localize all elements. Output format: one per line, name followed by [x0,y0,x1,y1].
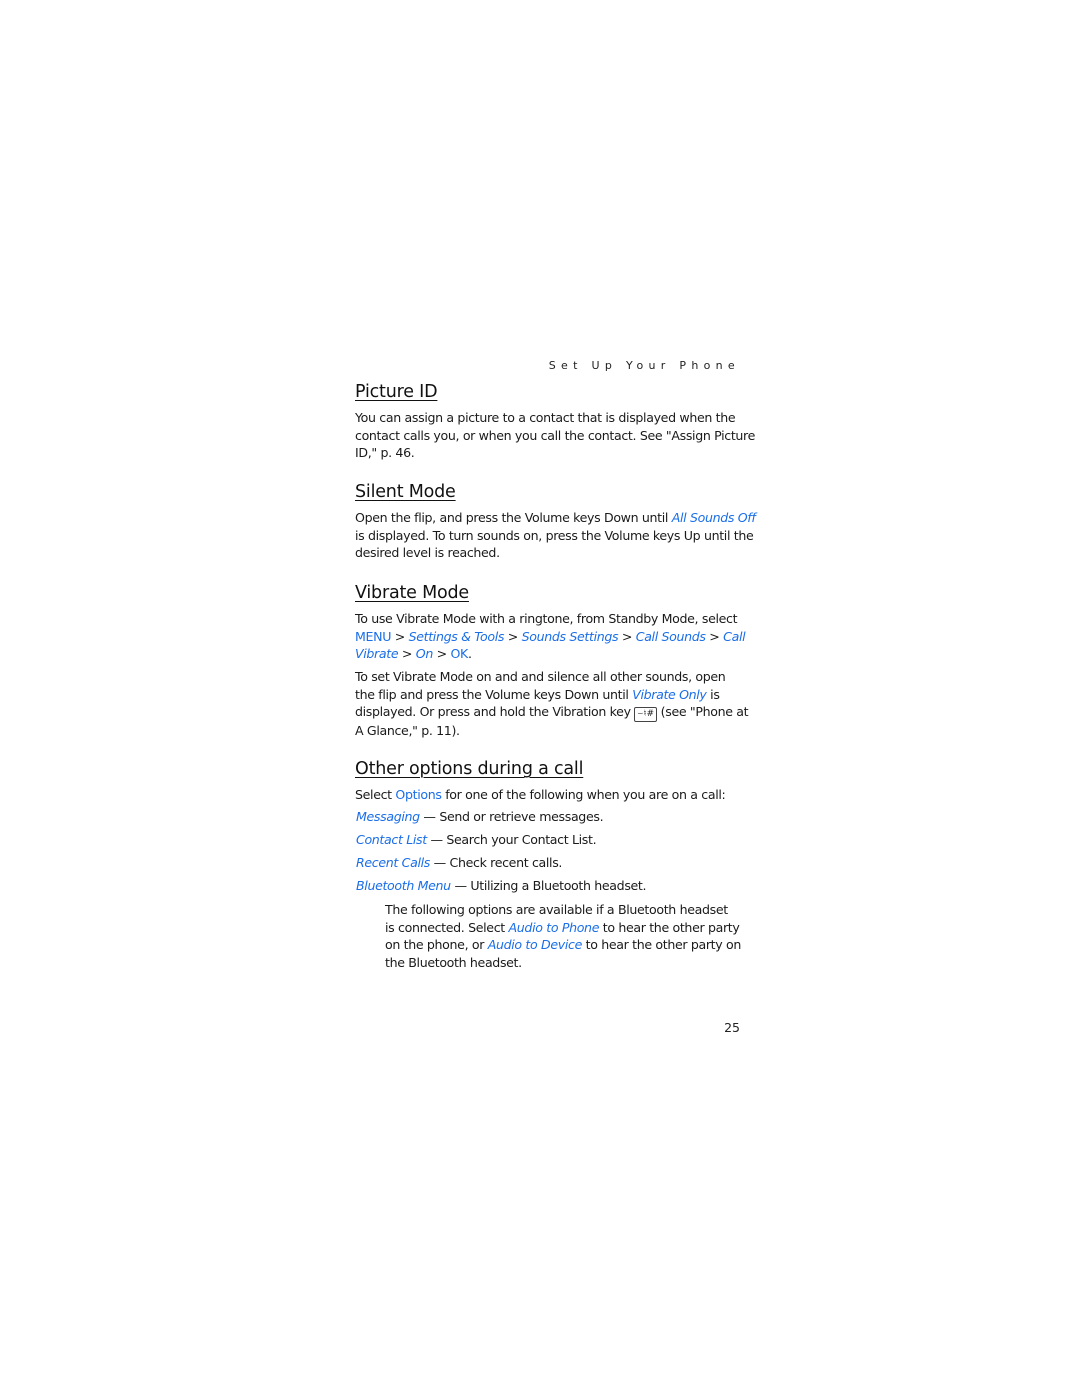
text: is connected. Select [385,919,509,935]
menu-term-settings-tools: Settings & Tools [408,628,505,644]
text-line: displayed. Or press and hold the Vibrati… [355,703,749,723]
menu-term-menu: MENU [355,628,392,644]
text-line: desired level is reached. [355,545,500,561]
option-item-bluetooth-menu: Bluetooth Menu — Utilizing a Bluetooth h… [356,878,647,893]
text-line: To use Vibrate Mode with a ringtone, fro… [355,611,738,626]
option-description: — Check recent calls. [429,855,563,870]
option-item-messaging: Messaging — Send or retrieve messages. [356,809,604,824]
menu-term-options: Options [395,787,442,802]
text: Select [355,787,396,802]
separator: > [705,628,724,644]
text: displayed. Or press and hold the Vibrati… [355,704,635,720]
menu-term-vibrate: Vibrate [355,646,399,662]
vibrate-mode-paragraph-1: To use Vibrate Mode with a ringtone, fro… [355,610,746,663]
silent-mode-paragraph: Open the flip, and press the Volume keys… [355,509,756,562]
page-number: 25 [724,1020,740,1035]
text: to hear the other party [599,919,740,935]
separator: > [432,646,451,662]
option-label: Contact List [356,832,427,847]
separator: > [504,628,522,644]
text: to hear the other party on [581,937,742,953]
menu-term-all-sounds-off: All Sounds Off [671,510,756,525]
option-description: — Utilizing a Bluetooth headset. [450,878,647,893]
option-item-recent-calls: Recent Calls — Check recent calls. [356,855,562,870]
menu-term-call-sounds: Call Sounds [635,628,706,644]
separator: > [391,628,409,644]
menu-term-ok: OK [450,646,468,662]
vibration-key-icon: ⌣♮# [634,707,658,723]
running-head: Set Up Your Phone [548,359,740,372]
text-line: Open the flip, and press the Volume keys… [355,509,756,527]
text: for one of the following when you are on… [441,787,726,802]
text-line: You can assign a picture to a contact th… [355,410,736,425]
text: Open the flip, and press the Volume keys… [355,510,672,525]
bluetooth-options-paragraph: The following options are available if a… [385,901,745,972]
text-line: is displayed. To turn sounds on, press t… [355,527,754,543]
other-options-intro: Select Options for one of the following … [355,786,740,804]
menu-path-line: MENU > Settings & Tools > Sounds Setting… [355,628,746,646]
option-item-contact-list: Contact List — Search your Contact List. [356,832,597,847]
text-line: To set Vibrate Mode on and and silence a… [355,669,726,684]
section-title-vibrate-mode: Vibrate Mode [355,583,469,603]
text-line: the Bluetooth headset. [385,955,522,971]
section-title-picture-id: Picture ID [355,382,438,402]
section-title-other-options: Other options during a call [355,759,584,779]
menu-term-call: Call [723,628,746,644]
text: is [706,686,720,702]
text-line: Select Options for one of the following … [355,786,740,804]
option-description: — Send or retrieve messages. [419,809,604,824]
text-line: The following options are available if a… [385,902,728,917]
vibrate-mode-paragraph-2: To set Vibrate Mode on and and silence a… [355,668,749,740]
text-line: the flip and press the Volume keys Down … [355,686,740,704]
option-label: Bluetooth Menu [356,878,451,893]
text: on the phone, or [385,937,488,953]
text-line: A Glance," p. 11). [355,723,460,739]
separator: > [618,628,636,644]
text: the flip and press the Volume keys Down … [355,686,633,702]
text-line: contact calls you, or when you call the … [355,427,755,443]
text-line: on the phone, or Audio to Device to hear… [385,936,745,954]
menu-term-vibrate-only: Vibrate Only [632,686,707,702]
menu-path-line: Vibrate > On > OK. [355,645,740,663]
text: (see "Phone at [657,704,749,720]
picture-id-paragraph: You can assign a picture to a contact th… [355,409,755,462]
option-label: Messaging [356,809,420,824]
section-title-silent-mode: Silent Mode [355,482,456,502]
option-description: — Search your Contact List. [426,832,597,847]
period: . [467,646,472,662]
text-line: ID," p. 46. [355,445,415,461]
separator: > [398,646,416,662]
menu-term-on: On [415,646,434,662]
menu-term-audio-to-device: Audio to Device [487,937,583,953]
option-label: Recent Calls [356,855,430,870]
menu-term-audio-to-phone: Audio to Phone [508,919,600,935]
text-line: is connected. Select Audio to Phone to h… [385,919,745,937]
menu-term-sounds-settings: Sounds Settings [521,628,619,644]
